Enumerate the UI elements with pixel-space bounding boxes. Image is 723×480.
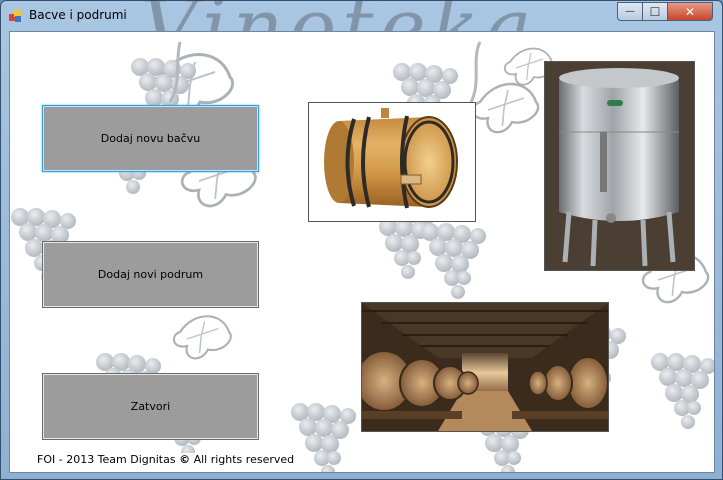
steel-tank-image xyxy=(545,62,694,270)
close-label: Zatvori xyxy=(130,400,171,413)
footer-rights: All rights reserved xyxy=(193,453,295,466)
application-window: Vinoteka Bacve i podrumi — ☐ ✕ xyxy=(0,0,723,480)
steel-tank-picture xyxy=(544,61,695,271)
copyright-footer: FOI - 2013 Team Dignitas © All rights re… xyxy=(35,453,297,466)
window-title: Bacve i podrumi xyxy=(29,8,127,22)
wine-cellar-picture xyxy=(361,302,609,432)
add-barrel-button[interactable]: Dodaj novu bačvu xyxy=(42,105,259,172)
maximize-icon: ☐ xyxy=(649,4,661,19)
footer-credits: FOI - 2013 Team Dignitas xyxy=(37,453,176,466)
add-cellar-label: Dodaj novi podrum xyxy=(97,268,204,281)
close-window-button[interactable]: ✕ xyxy=(667,2,713,21)
main-form: Dodaj novu bačvu Dodaj novi podrum Zatvo… xyxy=(9,31,715,473)
minimize-button[interactable]: — xyxy=(617,2,643,21)
minimize-icon: — xyxy=(625,6,635,17)
wooden-barrel-picture xyxy=(308,102,476,222)
title-bar[interactable]: Vinoteka Bacve i podrumi — ☐ ✕ xyxy=(1,0,722,73)
wooden-barrel-image xyxy=(324,108,458,209)
copyright-icon: © xyxy=(179,453,191,466)
wine-cellar-image xyxy=(362,303,608,431)
close-button[interactable]: Zatvori xyxy=(42,373,259,440)
app-icon[interactable] xyxy=(9,9,23,23)
maximize-button[interactable]: ☐ xyxy=(642,2,668,21)
add-barrel-label: Dodaj novu bačvu xyxy=(100,132,201,145)
close-icon: ✕ xyxy=(684,4,696,19)
add-cellar-button[interactable]: Dodaj novi podrum xyxy=(42,241,259,308)
